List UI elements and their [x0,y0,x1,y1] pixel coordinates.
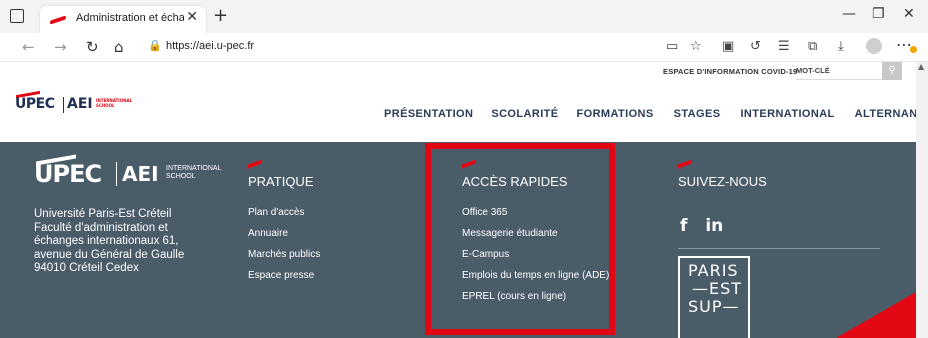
nav-stages[interactable]: STAGES [674,108,721,120]
home-icon[interactable]: ⌂ [114,38,124,56]
logo-separator [63,97,64,113]
site-header: ESPACE D'INFORMATION COVID-19 ⚲ UPEC AEI… [0,62,928,142]
minimize-icon[interactable]: — [842,6,856,22]
logo-aei-subtitle: INTERNATIONAL SCHOOL [96,98,133,108]
acces-rapides-column: ACCÈS RAPIDES Office 365 Messagerie étud… [462,159,609,312]
footer-logo-separator [116,162,117,186]
pes-line-3: SUP— [688,297,740,316]
footer-address: Université Paris-Est Créteil Faculté d'a… [34,208,185,274]
back-icon[interactable]: ← [22,38,35,56]
nav-international[interactable]: INTERNATIONAL [740,108,834,120]
add-favorite-icon[interactable]: ☆ [690,39,702,54]
nav-presentation[interactable]: PRÉSENTATION [384,108,473,120]
pratique-accent [248,159,262,169]
link-annuaire[interactable]: Annuaire [248,228,320,239]
link-messagerie[interactable]: Messagerie étudiante [462,228,609,239]
footer-logo-aei-subtitle: INTERNATIONAL SCHOOL [166,165,222,180]
favorites-icon[interactable]: ☰ [778,39,790,54]
address-bar-row: ← → ↻ ⌂ 🔒 https://aei.u-pec.fr ▭ ☆ ▣ ↺ ☰… [0,33,928,62]
facebook-icon[interactable]: f [680,216,687,236]
logo-aei: AEI [67,96,93,112]
browser-tab[interactable]: Administration et échanges inte ✕ [40,6,206,33]
pratique-title: PRATIQUE [248,174,314,189]
covid-info-link[interactable]: ESPACE D'INFORMATION COVID-19 [663,67,797,76]
lock-icon: 🔒 [148,39,162,52]
link-espace-presse[interactable]: Espace presse [248,270,320,281]
main-nav: PRÉSENTATION SCOLARITÉ FORMATIONS STAGES… [384,108,928,120]
reader-view-icon[interactable]: ▭ [666,39,678,54]
footer-divider [678,248,880,249]
suivez-accent [678,159,692,169]
paris-est-sup-logo[interactable]: PARIS —EST SUP— [678,256,750,338]
notification-dot-icon [910,46,917,53]
favicon-icon [50,15,66,25]
search-input[interactable] [796,62,882,80]
url-field[interactable]: 🔒 https://aei.u-pec.fr [140,36,660,58]
collections-icon[interactable]: ⧉ [808,39,817,54]
footer-logo[interactable]: UPEC AEI INTERNATIONAL SCHOOL [34,154,221,194]
close-tab-icon[interactable]: ✕ [186,9,198,25]
download-icon[interactable]: ⤓ [838,39,844,54]
extension-icon[interactable]: ▣ [722,39,734,54]
search-icon: ⚲ [888,65,896,76]
suivez-nous-column: SUIVEZ-NOUS [678,159,767,207]
link-marches-publics[interactable]: Marchés publics [248,249,320,260]
scroll-up-icon[interactable]: ▲ [918,62,924,71]
extension-2-icon[interactable]: ↺ [750,39,761,54]
profile-avatar[interactable] [866,38,882,54]
link-office-365[interactable]: Office 365 [462,207,609,218]
link-eprel[interactable]: EPREL (cours en ligne) [462,291,609,302]
close-window-icon[interactable]: ✕ [903,6,915,22]
link-e-campus[interactable]: E-Campus [462,249,609,260]
tab-title: Administration et échanges inte [76,12,184,24]
refresh-icon[interactable]: ↻ [86,38,99,56]
pes-line-1: PARIS [688,261,739,280]
forward-icon[interactable]: → [54,38,67,56]
url-text: https://aei.u-pec.fr [166,40,255,52]
site-footer: UPEC AEI INTERNATIONAL SCHOOL Université… [0,142,916,338]
decorative-triangle [836,292,916,338]
logo-upec: UPEC [15,96,55,112]
social-links: f in [680,216,735,236]
footer-logo-aei: AEI [122,162,159,186]
acces-title: ACCÈS RAPIDES [462,174,568,189]
browser-tab-bar: Administration et échanges inte ✕ + — ❐ … [0,0,928,33]
page-scrollbar[interactable]: ▲ [916,62,928,338]
search-button[interactable]: ⚲ [882,62,902,80]
tab-actions-icon[interactable] [10,9,24,23]
new-tab-icon[interactable]: + [213,5,228,26]
suivez-title: SUIVEZ-NOUS [678,174,767,189]
pratique-column: PRATIQUE Plan d'accès Annuaire Marchés p… [248,159,320,291]
nav-formations[interactable]: FORMATIONS [577,108,654,120]
site-logo[interactable]: UPEC AEI INTERNATIONAL SCHOOL [15,90,133,118]
footer-logo-upec: UPEC [34,160,102,188]
nav-scolarite[interactable]: SCOLARITÉ [491,108,558,120]
linkedin-icon[interactable]: in [705,216,723,236]
link-emplois-du-temps[interactable]: Emplois du temps en ligne (ADE) [462,270,609,281]
restore-icon[interactable]: ❐ [872,6,885,22]
link-plan-acces[interactable]: Plan d'accès [248,207,320,218]
pes-line-2: —EST [692,279,743,298]
